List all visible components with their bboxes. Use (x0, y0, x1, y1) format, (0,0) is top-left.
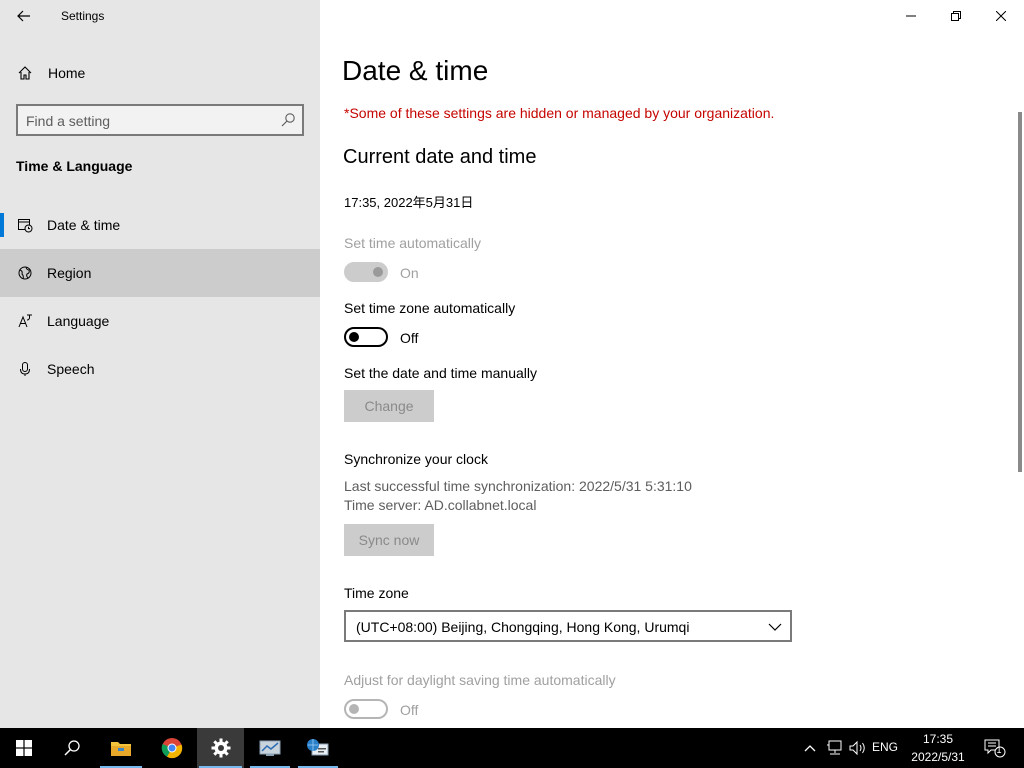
network-tool-icon (259, 740, 281, 756)
date-time-icon (16, 215, 34, 235)
language-icon (16, 311, 34, 331)
start-button[interactable] (0, 728, 48, 768)
set-time-zone-automatically-toggle[interactable] (344, 327, 388, 347)
toggle-knob (349, 332, 359, 342)
set-time-automatically-label: Set time automatically (344, 235, 481, 251)
set-date-time-manually-label: Set the date and time manually (344, 365, 538, 381)
network-tray-button[interactable] (824, 738, 846, 758)
toggle-knob (373, 267, 383, 277)
network-icon (827, 740, 842, 755)
set-time-zone-automatically-state: Off (400, 330, 419, 346)
sidebar-item-label: Home (48, 65, 86, 81)
chevron-down-icon (768, 623, 782, 631)
taskbar-file-explorer[interactable] (98, 728, 144, 768)
clock-date: 2022/5/31 (911, 750, 965, 764)
set-time-zone-automatically-label: Set time zone automatically (344, 300, 516, 316)
notification-icon (984, 739, 1006, 758)
sidebar-item-label: Speech (47, 361, 95, 377)
close-icon (996, 11, 1006, 21)
volume-tray-button[interactable] (848, 738, 868, 758)
time-zone-value: (UTC+08:00) Beijing, Chongqing, Hong Kon… (356, 619, 690, 635)
search-icon (64, 740, 80, 756)
time-zone-label: Time zone (344, 585, 409, 601)
restore-icon (951, 11, 961, 21)
sidebar-item-label: Date & time (47, 217, 121, 233)
taskbar-clock[interactable]: 17:35 2022/5/31 (906, 730, 970, 766)
sidebar-item-date-time[interactable]: Date & time (0, 201, 320, 249)
home-icon (16, 63, 34, 83)
settings-content: Date & time *Some of these settings are … (320, 0, 1024, 728)
taskbar-search-button[interactable] (48, 728, 96, 768)
change-button: Change (344, 390, 434, 422)
set-time-automatically-toggle (344, 262, 388, 282)
sidebar-item-home[interactable]: Home (0, 49, 320, 97)
minimize-icon (906, 15, 916, 17)
sidebar-item-label: Language (47, 313, 110, 329)
back-arrow-icon (17, 10, 30, 22)
title-bar: Settings (0, 0, 320, 32)
last-sync-info: Last successful time synchronization: 20… (344, 478, 692, 494)
file-explorer-icon (111, 742, 131, 756)
search-input[interactable] (26, 111, 266, 131)
app-title: Settings (61, 9, 105, 23)
volume-icon (849, 740, 865, 756)
input-language-indicator[interactable]: ENG (872, 740, 898, 754)
dst-auto-label: Adjust for daylight saving time automati… (344, 672, 616, 688)
sidebar-item-region[interactable]: Region (0, 249, 320, 297)
chevron-up-icon (804, 745, 816, 752)
taskbar-network-tool[interactable] (248, 728, 292, 768)
restore-button[interactable] (933, 0, 979, 32)
back-button[interactable] (8, 2, 40, 30)
current-date-time-heading: Current date and time (343, 146, 537, 168)
chrome-icon (161, 738, 183, 759)
notification-count-badge: 1 (996, 745, 1002, 755)
sync-now-button: Sync now (344, 524, 434, 556)
start-icon (16, 740, 32, 756)
action-center-button[interactable]: 1 (982, 738, 1008, 758)
remote-desktop-icon (307, 739, 329, 756)
search-icon[interactable] (280, 112, 296, 128)
selection-indicator (0, 213, 4, 237)
taskbar: ENG 17:35 2022/5/31 1 (0, 728, 1024, 768)
close-button[interactable] (978, 0, 1024, 32)
settings-sidebar: Settings Home Time & Language Date & tim… (0, 0, 320, 728)
dst-auto-state: Off (400, 702, 419, 718)
toggle-knob (349, 704, 359, 714)
sidebar-item-speech[interactable]: Speech (0, 345, 320, 393)
current-date-time-value: 17:35, 2022年5月31日 (344, 195, 474, 210)
dst-auto-toggle (344, 699, 388, 719)
microphone-icon (16, 359, 34, 379)
settings-icon (211, 738, 230, 758)
taskbar-chrome[interactable] (148, 728, 196, 768)
synchronize-clock-heading: Synchronize your clock (344, 451, 488, 467)
time-server-info: Time server: AD.collabnet.local (344, 497, 537, 513)
managed-by-org-note: *Some of these settings are hidden or ma… (344, 105, 775, 121)
taskbar-remote-desktop[interactable] (296, 728, 340, 768)
vertical-scrollbar[interactable] (1018, 112, 1022, 472)
clock-time: 17:35 (922, 732, 954, 746)
sidebar-item-language[interactable]: Language (0, 297, 320, 345)
set-time-automatically-state: On (400, 265, 419, 281)
taskbar-settings[interactable] (197, 728, 244, 768)
settings-search-box[interactable] (16, 104, 304, 136)
show-hidden-icons-button[interactable] (802, 738, 818, 758)
time-zone-dropdown[interactable]: (UTC+08:00) Beijing, Chongqing, Hong Kon… (344, 610, 792, 642)
sidebar-item-label: Region (47, 265, 92, 281)
page-title: Date & time (342, 55, 489, 86)
region-icon (16, 263, 34, 283)
section-heading: Time & Language (16, 158, 133, 174)
minimize-button[interactable] (888, 0, 934, 32)
